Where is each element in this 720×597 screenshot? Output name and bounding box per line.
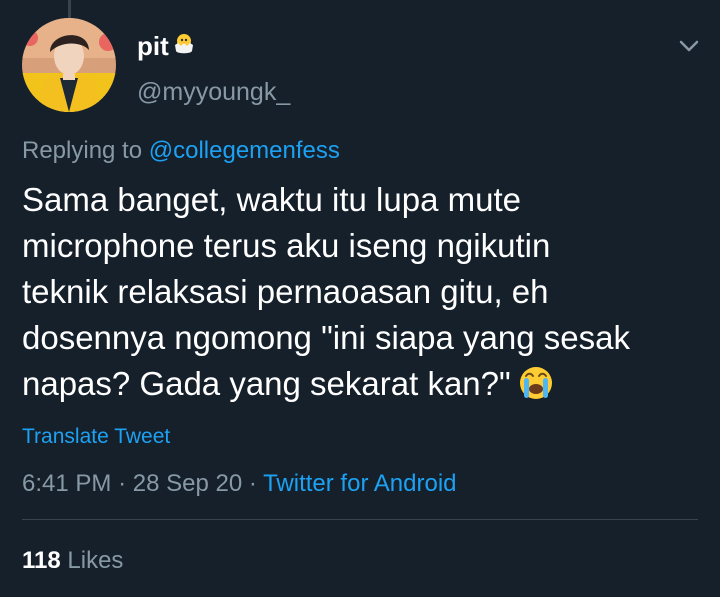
tweet-meta: 6:41 PM · 28 Sep 20 · Twitter for Androi…: [22, 470, 457, 498]
meta-separator: ·: [118, 470, 127, 497]
author-display-name[interactable]: pit: [137, 31, 169, 62]
meta-separator: ·: [248, 470, 257, 497]
replying-to-label: Replying to: [22, 137, 143, 164]
tweet-text-last-line: napas? Gada yang sekarat kan?": [22, 361, 712, 407]
likes-stat[interactable]: 118 Likes: [22, 547, 123, 575]
tweet-text-line: microphone terus aku iseng ngikutin: [22, 227, 551, 264]
tweet-text-line: teknik relaksasi pernaoasan gitu, eh: [22, 273, 549, 310]
chevron-down-icon[interactable]: [678, 35, 700, 57]
replying-to-mention[interactable]: @collegemenfess: [149, 137, 340, 164]
translate-tweet-link[interactable]: Translate Tweet: [22, 425, 170, 449]
tweet-text: Sama banget, waktu itu lupa mute microph…: [22, 177, 712, 407]
likes-count: 118: [22, 547, 61, 574]
replying-to: Replying to @collegemenfess: [22, 137, 340, 165]
tweet-text-line: Sama banget, waktu itu lupa mute: [22, 181, 521, 218]
loudly-crying-face-icon: [517, 364, 555, 402]
tweet-text-line: napas? Gada yang sekarat kan?": [22, 365, 511, 402]
hatching-chick-icon: [171, 30, 197, 63]
author-display-name-row[interactable]: pit: [137, 30, 197, 63]
thread-connector-line: [68, 0, 71, 18]
tweet-text-line: dosennya ngomong "ini siapa yang sesak: [22, 319, 630, 356]
likes-label: Likes: [67, 547, 124, 574]
divider: [22, 519, 698, 520]
author-handle[interactable]: @myyoungk_: [137, 78, 290, 107]
tweet-source-link[interactable]: Twitter for Android: [263, 470, 456, 497]
tweet-date: 28 Sep 20: [132, 470, 243, 497]
tweet-time: 6:41 PM: [22, 470, 112, 497]
avatar[interactable]: [22, 18, 116, 112]
